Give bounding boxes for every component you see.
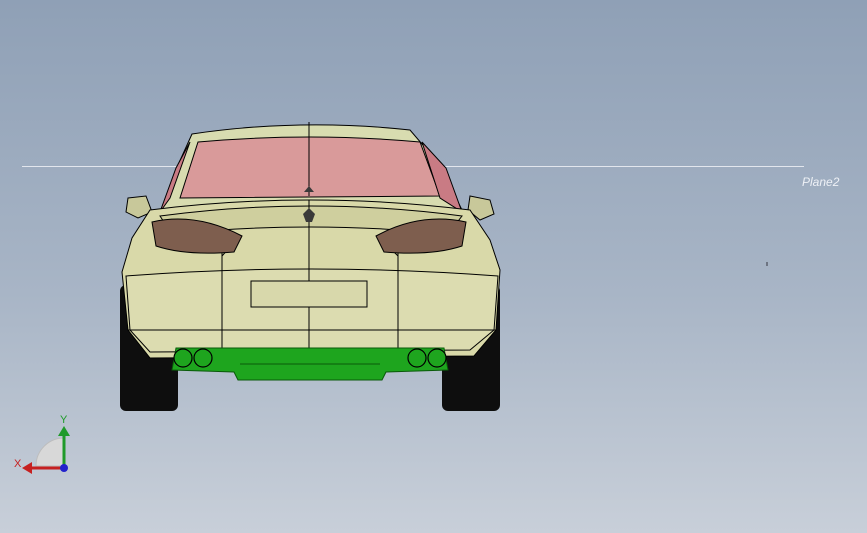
- triad-plane-icon: [35, 437, 65, 467]
- graphics-viewport[interactable]: Plane2 Y X: [0, 0, 867, 533]
- rear-bumper: [171, 347, 449, 381]
- car-model[interactable]: [0, 0, 867, 533]
- y-axis-label: Y: [60, 414, 68, 426]
- rear-window: [159, 122, 463, 214]
- license-plate: [250, 280, 368, 308]
- x-axis-label: X: [14, 458, 22, 470]
- coordinate-triad[interactable]: Y X: [14, 414, 74, 478]
- z-axis-dot-icon: [60, 464, 68, 472]
